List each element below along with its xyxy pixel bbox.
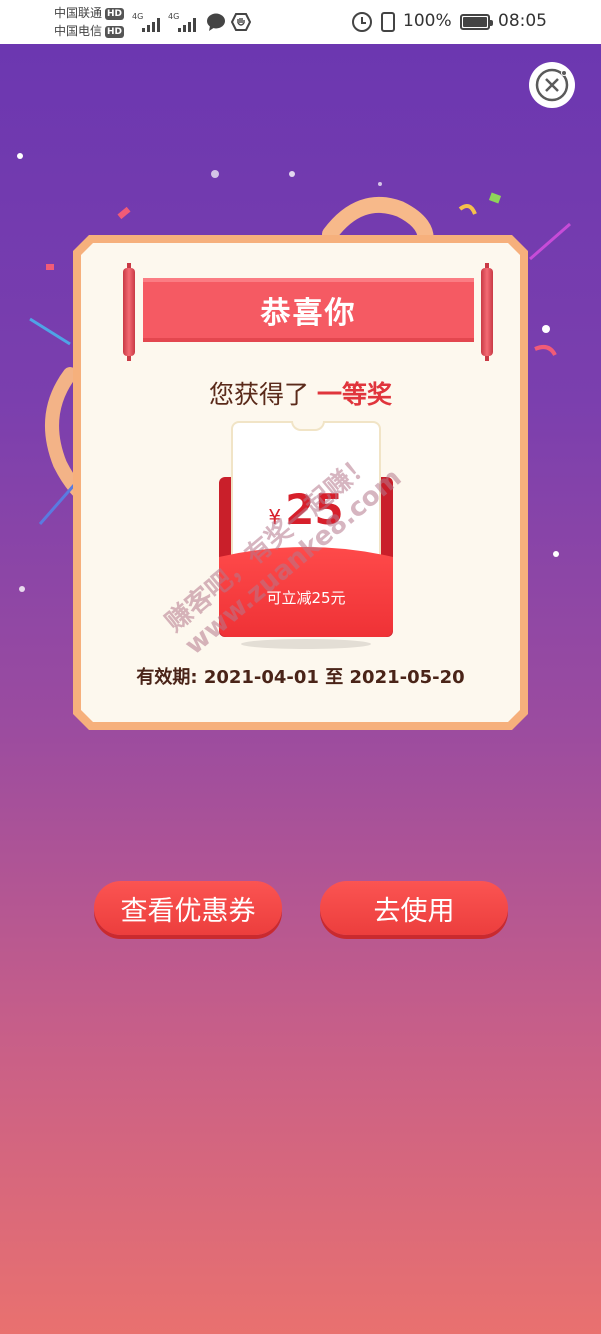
view-coupon-button[interactable]: 查看优惠券 [94, 881, 282, 935]
validity-label: 有效期: [136, 667, 198, 688]
alarm-icon [352, 12, 372, 32]
view-coupon-label: 查看优惠券 [120, 895, 256, 927]
status-bar: 中国联通 HD 中国电信 HD 4G 4G 100% 08:05 [0, 0, 601, 44]
coupon-caption: 可立减25元 [266, 589, 346, 607]
vibrate-icon [381, 12, 395, 32]
battery-percent: 100% [403, 11, 452, 31]
prize-card: 恭喜你 您获得了 一等奖 ¥25 可立减25元 有效期: 2021-04-01 … [81, 243, 520, 722]
prize-prefix: 您获得了 [209, 380, 310, 409]
signal-icon: 4G [168, 12, 198, 32]
carrier-2: 中国电信 HD [54, 23, 125, 39]
congrats-banner: 恭喜你 [143, 278, 474, 342]
prize-message: 您获得了 一等奖 [81, 375, 520, 411]
validity-period: 有效期: 2021-04-01 至 2021-05-20 [81, 663, 520, 689]
amount-value: 25 [285, 485, 344, 534]
validity-to: 至 [325, 667, 344, 688]
coupon-amount: ¥25 [233, 485, 379, 534]
banner-title: 恭喜你 [260, 296, 357, 331]
carrier-1: 中国联通 HD [54, 5, 125, 21]
use-coupon-button[interactable]: 去使用 [320, 881, 508, 935]
message-icon [207, 13, 225, 31]
validity-start: 2021-04-01 [203, 667, 319, 688]
hd-badge-1: HD [105, 7, 125, 20]
carrier-1-name: 中国联通 [54, 6, 103, 20]
battery-icon [460, 14, 493, 30]
use-coupon-label: 去使用 [373, 895, 455, 927]
currency-symbol: ¥ [268, 505, 282, 529]
close-button[interactable] [529, 62, 575, 108]
status-time: 08:05 [498, 11, 547, 31]
prize-level: 一等奖 [316, 380, 392, 409]
scroll-rod-right [481, 268, 493, 356]
hd-badge-2: HD [105, 25, 125, 38]
coupon-envelope: ¥25 可立减25元 [216, 415, 396, 645]
signal-icon: 4G [132, 12, 162, 32]
close-icon [535, 68, 569, 102]
prize-dialog: 恭喜你 您获得了 一等奖 ¥25 可立减25元 有效期: 2021-04-01 … [73, 235, 528, 730]
scroll-rod-left [123, 268, 135, 356]
shield-icon [231, 13, 251, 31]
carrier-2-name: 中国电信 [54, 24, 103, 38]
validity-end: 2021-05-20 [349, 667, 465, 688]
